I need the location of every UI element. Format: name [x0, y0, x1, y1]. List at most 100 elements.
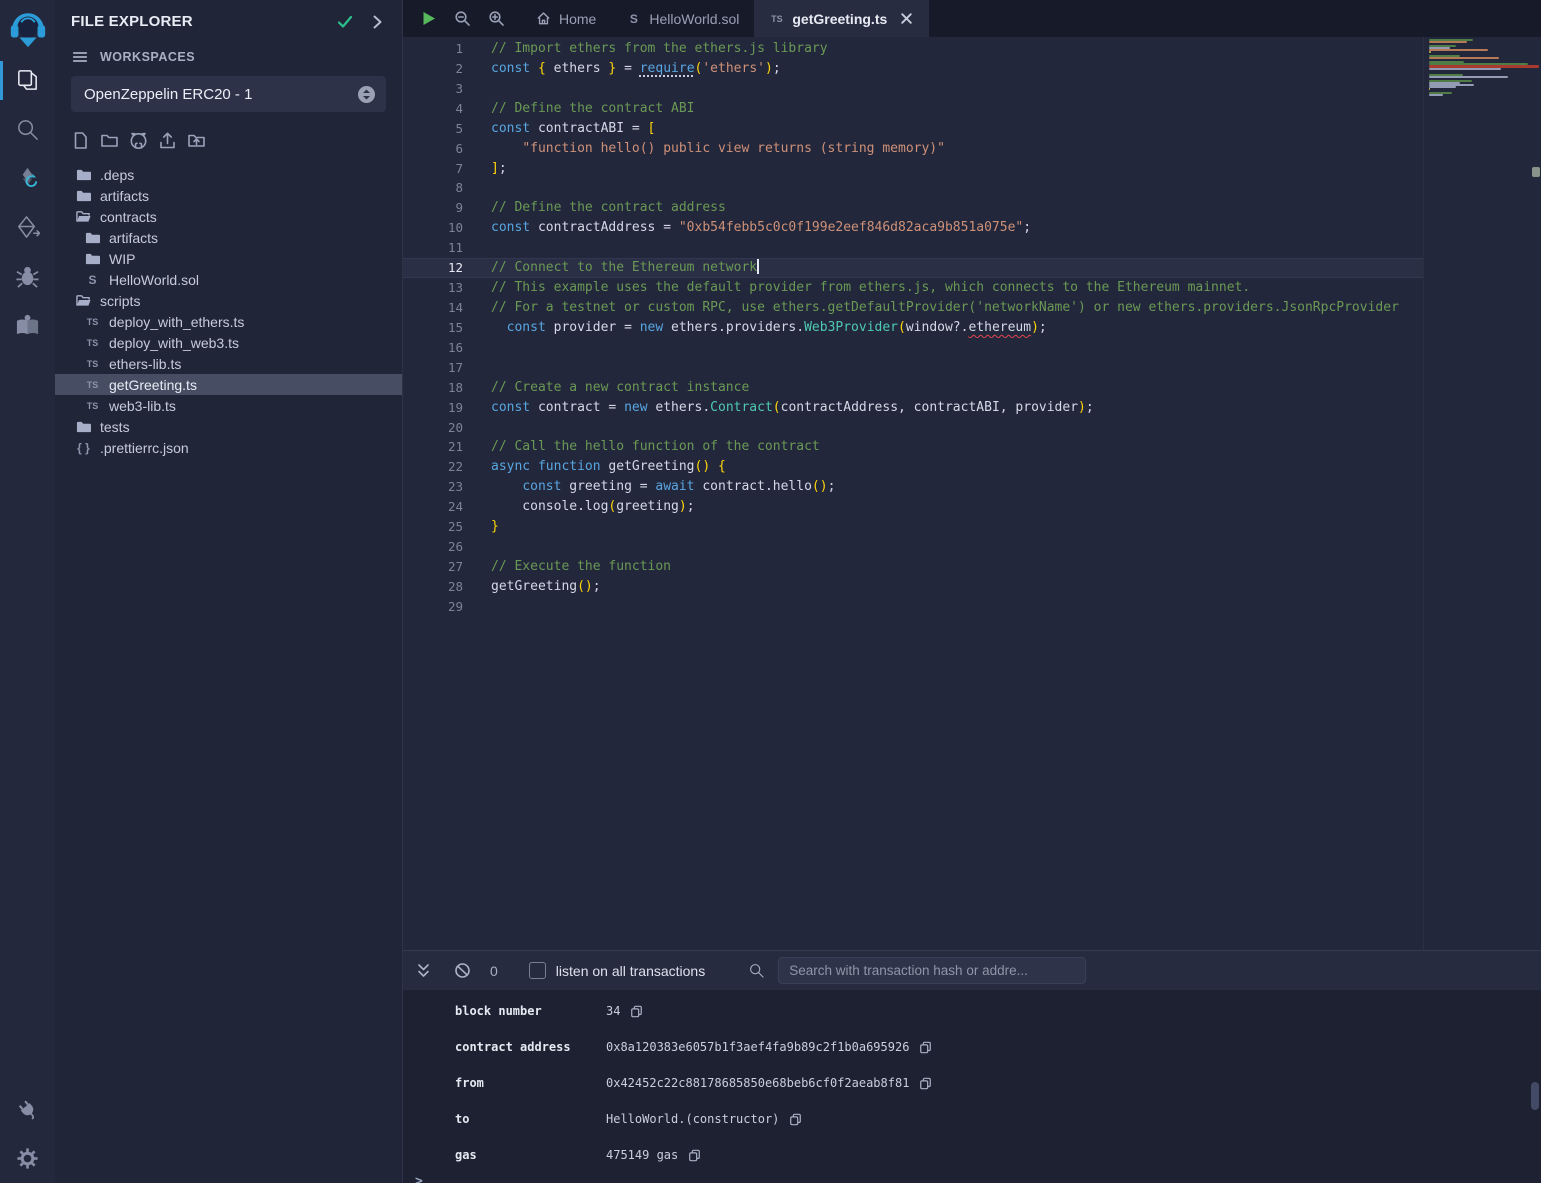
tree-item-ethers-lib-ts[interactable]: TSethers-lib.ts: [55, 353, 402, 374]
line-number[interactable]: 20: [403, 418, 463, 438]
line-number[interactable]: 11: [403, 238, 463, 258]
tab-helloworld-sol[interactable]: SHelloWorld.sol: [611, 0, 754, 37]
activity-remix-logo[interactable]: [0, 0, 55, 56]
line-number[interactable]: 24: [403, 497, 463, 517]
line-number[interactable]: 6: [403, 139, 463, 159]
line-number[interactable]: 1: [403, 39, 463, 59]
run-script-button[interactable]: [420, 10, 437, 27]
upload-folder-icon[interactable]: [187, 131, 206, 150]
code-line-24[interactable]: 24 console.log(greeting);: [403, 497, 1423, 517]
code-line-29[interactable]: 29: [403, 597, 1423, 617]
minimap[interactable]: [1423, 37, 1541, 950]
copy-icon[interactable]: [789, 1113, 802, 1126]
copy-icon[interactable]: [630, 1005, 643, 1018]
line-number[interactable]: 9: [403, 198, 463, 218]
activity-search-panel[interactable]: [0, 105, 55, 154]
editor-scrollbar-thumb[interactable]: [1532, 167, 1540, 177]
listen-checkbox[interactable]: [529, 962, 546, 979]
clear-console-icon[interactable]: [454, 962, 471, 979]
tree-item--deps[interactable]: .deps: [55, 164, 402, 185]
tree-item-contracts[interactable]: contracts: [55, 206, 402, 227]
tree-item-scripts[interactable]: scripts: [55, 290, 402, 311]
code-line-7[interactable]: 7];: [403, 159, 1423, 179]
tab-getgreeting-ts[interactable]: TSgetGreeting.ts: [754, 0, 929, 37]
code-line-20[interactable]: 20: [403, 418, 1423, 438]
copy-icon[interactable]: [919, 1077, 932, 1090]
upload-file-icon[interactable]: [158, 131, 177, 150]
code-line-11[interactable]: 11: [403, 238, 1423, 258]
code-line-17[interactable]: 17: [403, 358, 1423, 378]
code-line-1[interactable]: 1// Import ethers from the ethers.js lib…: [403, 39, 1423, 59]
code-lines[interactable]: 1// Import ethers from the ethers.js lib…: [403, 37, 1423, 950]
activity-solidity-book[interactable]: [0, 301, 55, 350]
chevron-right-icon[interactable]: [368, 13, 386, 31]
code-line-18[interactable]: 18// Create a new contract instance: [403, 378, 1423, 398]
line-number[interactable]: 28: [403, 577, 463, 597]
code-line-25[interactable]: 25}: [403, 517, 1423, 537]
code-line-10[interactable]: 10const contractAddress = "0xb54febb5c0c…: [403, 218, 1423, 238]
line-number[interactable]: 25: [403, 517, 463, 537]
activity-plugin-manager[interactable]: [0, 1085, 55, 1134]
code-line-27[interactable]: 27// Execute the function: [403, 557, 1423, 577]
accept-check-icon[interactable]: [336, 13, 354, 31]
line-number[interactable]: 5: [403, 119, 463, 139]
code-line-8[interactable]: 8: [403, 178, 1423, 198]
code-line-22[interactable]: 22async function getGreeting() {: [403, 457, 1423, 477]
workspace-select[interactable]: OpenZeppelin ERC20 - 1: [71, 76, 386, 112]
line-number[interactable]: 7: [403, 159, 463, 179]
code-line-2[interactable]: 2const { ethers } = require('ethers');: [403, 59, 1423, 79]
expand-terminal-icon[interactable]: [415, 962, 432, 979]
line-number[interactable]: 12: [403, 258, 463, 278]
code-line-16[interactable]: 16: [403, 338, 1423, 358]
line-number[interactable]: 23: [403, 477, 463, 497]
close-tab-icon[interactable]: [899, 11, 914, 26]
line-number[interactable]: 21: [403, 437, 463, 457]
line-number[interactable]: 14: [403, 298, 463, 318]
zoom-out-icon[interactable]: [454, 10, 471, 27]
code-line-9[interactable]: 9// Define the contract address: [403, 198, 1423, 218]
tab-home[interactable]: Home: [521, 0, 611, 37]
line-number[interactable]: 3: [403, 79, 463, 99]
line-number[interactable]: 16: [403, 338, 463, 358]
github-icon[interactable]: [129, 131, 148, 150]
line-number[interactable]: 17: [403, 358, 463, 378]
tree-item-artifacts[interactable]: artifacts: [55, 227, 402, 248]
code-line-4[interactable]: 4// Define the contract ABI: [403, 99, 1423, 119]
terminal-scrollbar-thumb[interactable]: [1531, 1082, 1539, 1110]
activity-settings[interactable]: [0, 1134, 55, 1183]
tree-item-deploy-with-ethers-ts[interactable]: TSdeploy_with_ethers.ts: [55, 311, 402, 332]
zoom-in-icon[interactable]: [488, 10, 505, 27]
code-line-26[interactable]: 26: [403, 537, 1423, 557]
line-number[interactable]: 18: [403, 378, 463, 398]
new-folder-icon[interactable]: [100, 131, 119, 150]
line-number[interactable]: 2: [403, 59, 463, 79]
activity-deploy-and-run[interactable]: [0, 203, 55, 252]
activity-file-explorer[interactable]: [0, 56, 55, 105]
tree-item-deploy-with-web3-ts[interactable]: TSdeploy_with_web3.ts: [55, 332, 402, 353]
code-line-3[interactable]: 3: [403, 79, 1423, 99]
code-line-13[interactable]: 13// This example uses the default provi…: [403, 278, 1423, 298]
code-line-6[interactable]: 6 "function hello() public view returns …: [403, 139, 1423, 159]
line-number[interactable]: 22: [403, 457, 463, 477]
tree-item-helloworld-sol[interactable]: SHelloWorld.sol: [55, 269, 402, 290]
activity-debugger[interactable]: [0, 252, 55, 301]
code-line-12[interactable]: 12// Connect to the Ethereum network: [403, 258, 1423, 278]
terminal-prompt[interactable]: >: [403, 1173, 1541, 1183]
code-line-23[interactable]: 23 const greeting = await contract.hello…: [403, 477, 1423, 497]
code-line-15[interactable]: 15 const provider = new ethers.providers…: [403, 318, 1423, 338]
line-number[interactable]: 13: [403, 278, 463, 298]
tree-item-web3-lib-ts[interactable]: TSweb3-lib.ts: [55, 395, 402, 416]
new-file-icon[interactable]: [71, 131, 90, 150]
copy-icon[interactable]: [688, 1149, 701, 1162]
line-number[interactable]: 4: [403, 99, 463, 119]
line-number[interactable]: 10: [403, 218, 463, 238]
line-number[interactable]: 8: [403, 178, 463, 198]
line-number[interactable]: 26: [403, 537, 463, 557]
terminal-search-input[interactable]: [778, 957, 1086, 984]
code-line-19[interactable]: 19const contract = new ethers.Contract(c…: [403, 398, 1423, 418]
activity-solidity-compiler[interactable]: [0, 154, 55, 203]
code-line-14[interactable]: 14// For a testnet or custom RPC, use et…: [403, 298, 1423, 318]
line-number[interactable]: 15: [403, 318, 463, 338]
code-line-28[interactable]: 28getGreeting();: [403, 577, 1423, 597]
tree-item--prettierrc-json[interactable]: { }.prettierrc.json: [55, 437, 402, 458]
